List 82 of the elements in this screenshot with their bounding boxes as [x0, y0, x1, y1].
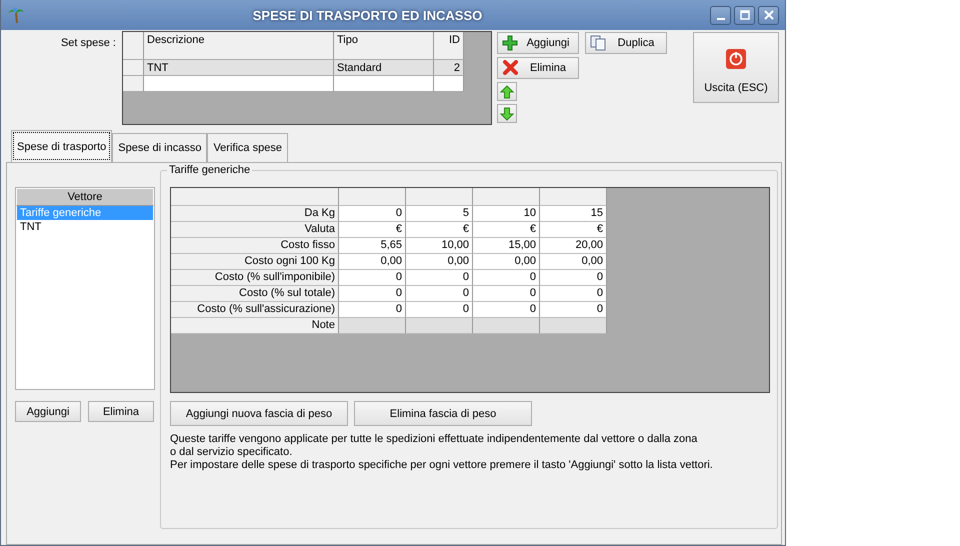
- row-header-cell: [123, 76, 144, 92]
- table-cell: 20,00: [540, 238, 607, 254]
- row-label: Costo fisso: [171, 238, 339, 254]
- delete-button[interactable]: Elimina: [497, 57, 579, 79]
- close-icon: [764, 10, 774, 20]
- table-cell: €: [540, 222, 607, 238]
- tab[interactable]: Verifica spese: [207, 133, 288, 162]
- set-spese-label: Set spese :: [60, 36, 117, 49]
- row-label: Costo (% sull'imponibile): [171, 270, 339, 286]
- down-arrow-icon: [500, 106, 514, 120]
- info-text: Per impostare delle spese di trasporto specifiche per ogni vettore premere il tasto 'Aggiungi' sotto la lista vettori.: [170, 459, 714, 472]
- table-cell: 15,00: [473, 238, 540, 254]
- table-cell: €: [473, 222, 540, 238]
- table-cell: 0: [540, 270, 607, 286]
- header-cell: [473, 188, 540, 206]
- table-cell: [540, 318, 607, 334]
- power-icon: [725, 48, 747, 70]
- exit-button[interactable]: Uscita (ESC): [693, 32, 779, 103]
- row-label: Costo (% sull'assicurazione): [171, 302, 339, 318]
- add-weight-band-button[interactable]: Aggiungi nuova fascia di peso: [170, 401, 348, 426]
- info-text: Queste tariffe vengono applicate per tutte le spedizioni effettuate indipendentemente dal vettore o dalla zona: [170, 433, 698, 446]
- table-cell: 0: [406, 270, 473, 286]
- table-cell: €: [406, 222, 473, 238]
- row-label: Costo ogni 100 Kg: [171, 254, 339, 270]
- table-cell: 0: [540, 302, 607, 318]
- table-cell: 0: [473, 302, 540, 318]
- table-cell: 0: [473, 270, 540, 286]
- table-cell: 0: [339, 302, 406, 318]
- table-cell: 0,00: [473, 254, 540, 270]
- header-cell: [406, 188, 473, 206]
- up-arrow-icon: [500, 84, 514, 98]
- tab[interactable]: Spese di trasporto: [11, 130, 112, 162]
- header-cell: [540, 188, 607, 206]
- add-button[interactable]: Aggiungi: [497, 32, 579, 54]
- row-header-cell: [123, 60, 144, 76]
- table-cell: 5,65: [339, 238, 406, 254]
- table-cell: 0: [339, 270, 406, 286]
- move-down-button[interactable]: [497, 104, 517, 123]
- close-button[interactable]: [758, 6, 779, 24]
- x-icon: [502, 60, 518, 76]
- tab[interactable]: Spese di incasso: [112, 133, 208, 162]
- plus-icon: [502, 35, 518, 51]
- table-cell: 0,00: [540, 254, 607, 270]
- table-row[interactable]: TNT Standard 2: [123, 60, 464, 76]
- row-label: Valuta: [171, 222, 339, 238]
- row-label: Costo (% sul totale): [171, 286, 339, 302]
- table-cell: 0: [339, 286, 406, 302]
- info-text: o dal servizio specificato.: [170, 446, 294, 459]
- table-cell: 5: [406, 206, 473, 222]
- minimize-button[interactable]: [710, 6, 731, 24]
- table-cell: 10: [473, 206, 540, 222]
- table-cell: [434, 76, 464, 92]
- list-item[interactable]: TNT: [17, 220, 153, 234]
- group-title: Tariffe generiche: [167, 164, 252, 176]
- row-label: Da Kg: [171, 206, 339, 222]
- table-cell: [473, 318, 540, 334]
- table-cell: 0,00: [406, 254, 473, 270]
- table-cell: [406, 318, 473, 334]
- maximize-icon: [740, 10, 750, 20]
- delete-weight-band-button[interactable]: Elimina fascia di peso: [354, 401, 532, 426]
- table-cell: 0,00: [339, 254, 406, 270]
- table-cell: 0: [406, 302, 473, 318]
- window-title: SPESE DI TRASPORTO ED INCASSO: [252, 8, 484, 22]
- copy-icon: [590, 35, 606, 51]
- palm-tree-icon: [7, 7, 25, 23]
- minimize-icon: [716, 18, 724, 20]
- header-cell: [339, 188, 406, 206]
- table-cell: 0: [540, 286, 607, 302]
- add-button[interactable]: Aggiungi: [15, 401, 81, 422]
- duplicate-button[interactable]: Duplica: [585, 32, 667, 54]
- list-header: Vettore: [16, 188, 154, 206]
- table-cell: 0: [473, 286, 540, 302]
- table-cell: 0: [339, 206, 406, 222]
- row-label: Note: [171, 318, 339, 334]
- table-cell: €: [339, 222, 406, 238]
- delete-button[interactable]: Elimina: [88, 401, 154, 422]
- table-cell: [339, 318, 406, 334]
- move-up-button[interactable]: [497, 82, 517, 101]
- table-cell: 10,00: [406, 238, 473, 254]
- maximize-button[interactable]: [734, 6, 755, 24]
- table-cell: 0: [406, 286, 473, 302]
- table-cell: 15: [540, 206, 607, 222]
